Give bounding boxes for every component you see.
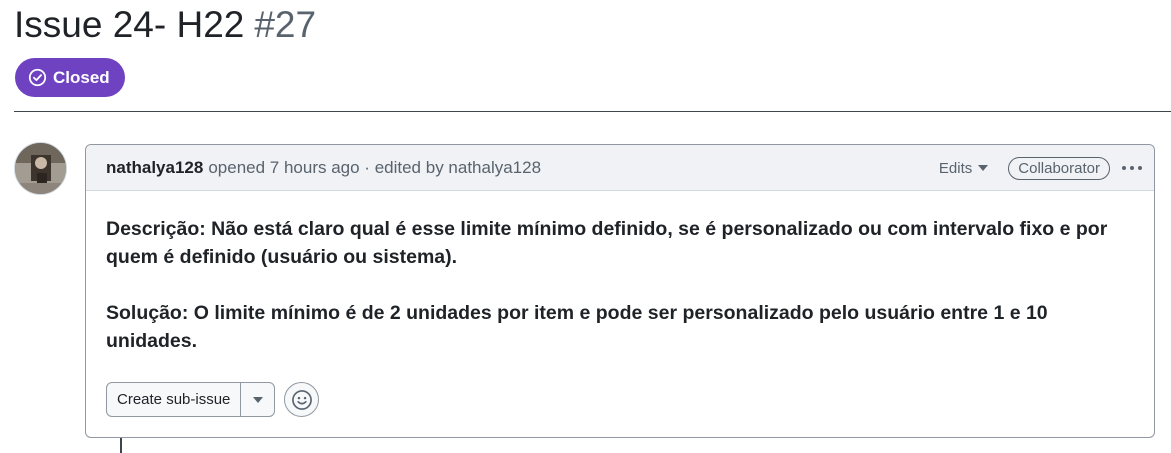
status-label: Closed — [53, 67, 110, 87]
issue-comment: nathalya128 opened 7 hours ago · edited … — [85, 144, 1155, 438]
issue-number: #27 — [254, 4, 317, 45]
comment-meta: opened 7 hours ago · edited by nathalya1… — [208, 157, 542, 177]
add-reaction-button[interactable] — [284, 382, 320, 417]
create-sub-issue-split-button: Create sub-issue — [106, 382, 276, 417]
comment-paragraph: Solução: O limite mínimo é de 2 unidades… — [106, 302, 1048, 352]
check-circle-icon — [28, 68, 47, 87]
edits-label: Edits — [938, 159, 973, 177]
role-badge: Collaborator — [1008, 156, 1110, 180]
author-link[interactable]: nathalya128 — [106, 158, 203, 178]
status-badge: Closed — [15, 58, 125, 97]
comment-actions: Create sub-issue — [106, 382, 320, 417]
comment-body: Descrição: Não está claro qual é esse li… — [86, 191, 1154, 355]
avatar[interactable] — [14, 142, 67, 195]
timeline-connector — [120, 438, 122, 453]
comment-header: nathalya128 opened 7 hours ago · edited … — [86, 145, 1154, 191]
triangle-down-icon — [252, 396, 263, 403]
issue-title: Issue 24- H22 #27 — [14, 2, 316, 48]
header-divider — [14, 111, 1171, 112]
triangle-down-icon — [978, 165, 989, 171]
create-sub-issue-dropdown[interactable] — [241, 383, 274, 416]
issue-title-text: Issue 24- H22 — [14, 4, 245, 45]
kebab-horizontal-icon[interactable] — [1122, 166, 1142, 170]
edits-dropdown[interactable]: Edits — [938, 159, 989, 177]
smiley-icon — [291, 389, 312, 410]
comment-paragraph: Descrição: Não está claro qual é esse li… — [106, 218, 1108, 268]
create-sub-issue-button[interactable]: Create sub-issue — [107, 383, 242, 416]
